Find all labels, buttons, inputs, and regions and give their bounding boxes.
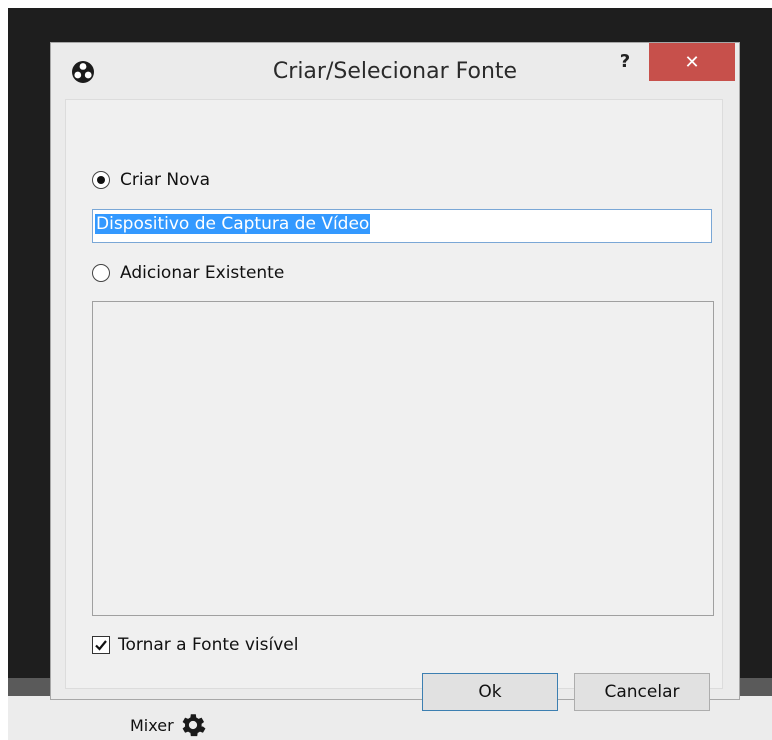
add-existing-radio[interactable]: [92, 264, 110, 282]
ok-button[interactable]: Ok: [422, 673, 558, 711]
make-visible-label: Tornar a Fonte visível: [118, 635, 299, 655]
make-visible-checkbox[interactable]: [92, 636, 110, 654]
mixer-label: Mixer: [130, 715, 174, 735]
mixer-header: Mixer: [130, 712, 206, 738]
create-new-option[interactable]: Criar Nova: [92, 170, 210, 190]
source-name-value: Dispositivo de Captura de Vídeo: [95, 214, 371, 234]
help-button[interactable]: ?: [607, 51, 643, 79]
dialog-content: Criar Nova Dispositivo de Captura de Víd…: [65, 99, 723, 711]
title-bar[interactable]: Criar/Selecionar Fonte ? ✕: [51, 43, 739, 101]
close-icon: ✕: [684, 51, 700, 73]
create-new-label: Criar Nova: [120, 170, 210, 190]
add-existing-option[interactable]: Adicionar Existente: [92, 263, 284, 283]
close-button[interactable]: ✕: [649, 43, 735, 81]
gear-icon[interactable]: [180, 712, 206, 738]
make-visible-option[interactable]: Tornar a Fonte visível: [92, 635, 298, 655]
checkmark-icon: [95, 640, 107, 651]
source-name-input[interactable]: Dispositivo de Captura de Vídeo: [92, 209, 712, 243]
add-existing-label: Adicionar Existente: [120, 263, 285, 283]
create-new-radio[interactable]: [92, 171, 110, 189]
create-select-source-dialog: Criar/Selecionar Fonte ? ✕ Criar Nova Di…: [50, 42, 740, 711]
existing-sources-list[interactable]: [92, 301, 714, 616]
cancel-button[interactable]: Cancelar: [574, 673, 710, 711]
